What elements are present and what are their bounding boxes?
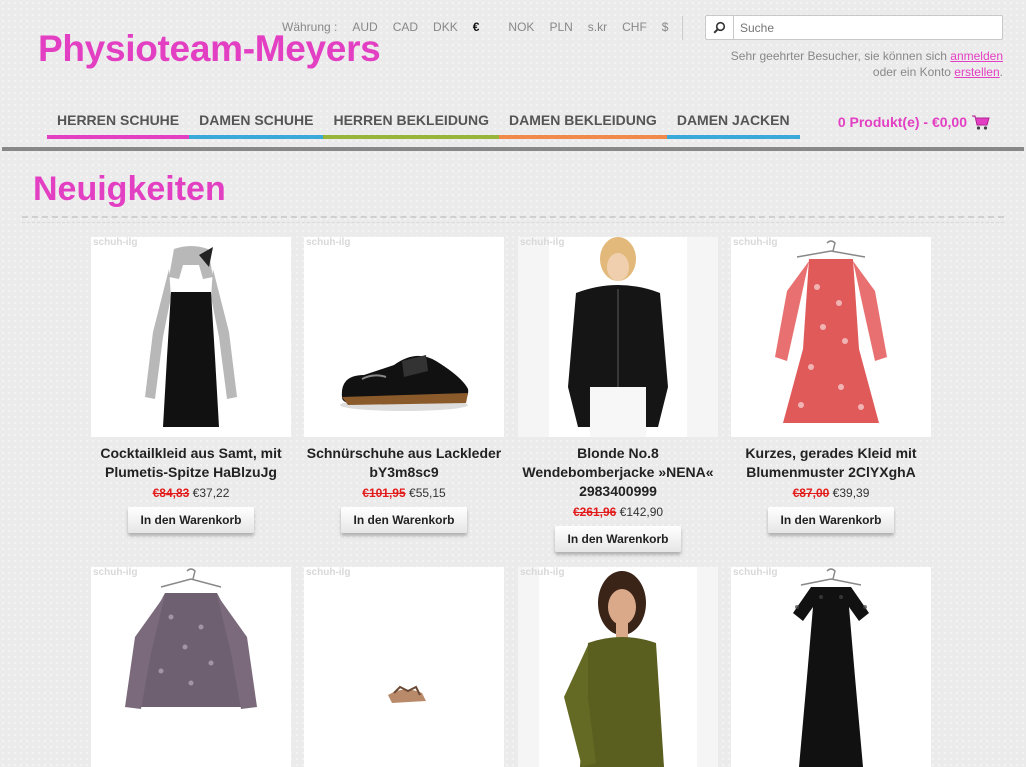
cart-label: 0 Produkt(e) - €0,00	[837, 114, 967, 130]
watermark: schuh-ilg	[520, 237, 565, 248]
currency-nok[interactable]: NOK	[508, 20, 534, 34]
search-button[interactable]	[706, 16, 734, 39]
currency-pln[interactable]: PLN	[549, 20, 572, 34]
search-box	[705, 15, 1003, 40]
currency-cad[interactable]: CAD	[393, 20, 418, 34]
watermark: schuh-ilg	[733, 237, 778, 248]
watermark: schuh-ilg	[93, 237, 138, 248]
product-card: schuh-ilg Blonde No.8 Wendebomberjacke »…	[518, 237, 718, 552]
login-link[interactable]: anmelden	[950, 49, 1003, 63]
currency-usd[interactable]: $	[662, 20, 669, 34]
currency-dkk[interactable]: DKK	[433, 20, 458, 34]
watermark: schuh-ilg	[306, 567, 351, 578]
product-image[interactable]: schuh-ilg	[91, 567, 291, 767]
product-image[interactable]: schuh-ilg	[304, 567, 504, 767]
search-input[interactable]	[734, 16, 1002, 39]
currency-selector: Währung : AUD CAD DKK € NOK PLN s.kr CHF…	[282, 20, 683, 34]
product-card: schuh-ilg Kurzes, gerades Kleid mit Blum…	[731, 237, 931, 533]
old-price: €87,00	[792, 486, 830, 500]
product-name[interactable]: Schnürschuhe aus Lackleder bY3m8sc9	[304, 444, 504, 482]
currency-chf[interactable]: CHF	[622, 20, 647, 34]
new-price: €55,15	[409, 486, 446, 500]
main-nav: HERREN SCHUHE DAMEN SCHUHE HERREN BEKLEI…	[47, 111, 800, 139]
product-image[interactable]: schuh-ilg	[518, 237, 718, 437]
product-name[interactable]: Kurzes, gerades Kleid mit Blumenmuster 2…	[731, 444, 931, 482]
search-icon	[713, 21, 726, 34]
currency-aud[interactable]: AUD	[352, 20, 377, 34]
olive-top-image	[539, 567, 697, 767]
nav-herren-schuhe[interactable]: HERREN SCHUHE	[47, 111, 190, 139]
product-card: schuh-ilg	[731, 567, 931, 767]
watermark: schuh-ilg	[306, 237, 351, 248]
welcome-text-2: oder ein Konto	[872, 65, 951, 79]
watermark: schuh-ilg	[93, 567, 138, 578]
currency-skr[interactable]: s.kr	[588, 20, 607, 34]
nav-damen-jacken[interactable]: DAMEN JACKEN	[666, 111, 800, 139]
product-image[interactable]: schuh-ilg	[91, 237, 291, 437]
new-price: €37,22	[192, 486, 230, 500]
add-to-cart-button[interactable]: In den Warenkorb	[555, 526, 681, 552]
product-card: schuh-ilg	[518, 567, 718, 767]
product-image[interactable]: schuh-ilg	[731, 237, 931, 437]
product-prices: €261,96 €142,90	[518, 505, 718, 519]
header-divider	[682, 16, 683, 40]
product-prices: €101,95 €55,15	[304, 486, 504, 500]
product-image[interactable]: schuh-ilg	[731, 567, 931, 767]
currency-label: Währung :	[282, 20, 338, 34]
bomber-jacket-image	[549, 237, 687, 437]
currency-eur[interactable]: €	[473, 20, 480, 34]
cart-summary[interactable]: 0 Produkt(e) - €0,00	[838, 114, 990, 130]
add-to-cart-button[interactable]: In den Warenkorb	[341, 507, 467, 533]
header-rule	[2, 147, 1024, 151]
old-price: €101,95	[362, 486, 406, 500]
new-price: €39,39	[832, 486, 870, 500]
add-to-cart-button[interactable]: In den Warenkorb	[128, 507, 254, 533]
sandal-image	[388, 685, 426, 703]
welcome-text: Sehr geehrter Besucher, sie können sich	[730, 49, 947, 63]
old-price: €261,96	[572, 505, 617, 519]
black-dress-image	[145, 246, 237, 427]
product-name[interactable]: Blonde No.8 Wendebomberjacke »NENA« 2983…	[518, 444, 718, 501]
product-card: schuh-ilg	[304, 567, 504, 767]
product-card: schuh-ilg Cocktailkleid aus Samt, mit Pl…	[91, 237, 291, 533]
register-link[interactable]: erstellen	[954, 65, 999, 79]
nav-herren-bekleidung[interactable]: HERREN BEKLEIDUNG	[323, 111, 500, 139]
black-lace-dress-image	[793, 568, 869, 767]
title-divider	[22, 216, 1004, 223]
site-logo[interactable]: Physioteam-Meyers	[38, 28, 381, 70]
product-prices: €84,83 €37,22	[91, 486, 291, 500]
floral-blouse-image	[125, 568, 257, 709]
watermark: schuh-ilg	[520, 567, 565, 578]
nav-damen-bekleidung[interactable]: DAMEN BEKLEIDUNG	[499, 111, 667, 139]
floral-dress-image	[775, 240, 887, 423]
cart-icon	[972, 115, 990, 130]
old-price: €84,83	[152, 486, 190, 500]
patent-shoe-image	[340, 355, 469, 411]
welcome-message: Sehr geehrter Besucher, sie können sich …	[731, 48, 1003, 80]
product-image[interactable]: schuh-ilg	[518, 567, 718, 767]
nav-damen-schuhe[interactable]: DAMEN SCHUHE	[189, 111, 324, 139]
product-name[interactable]: Cocktailkleid aus Samt, mit Plumetis-Spi…	[91, 444, 291, 482]
welcome-period: .	[999, 65, 1003, 79]
product-card: schuh-ilg Schnürschuhe aus Lackleder bY3…	[304, 237, 504, 533]
product-prices: €87,00 €39,39	[731, 486, 931, 500]
new-price: €142,90	[619, 505, 664, 519]
product-card: schuh-ilg	[91, 567, 291, 767]
watermark: schuh-ilg	[733, 567, 778, 578]
add-to-cart-button[interactable]: In den Warenkorb	[768, 507, 894, 533]
product-image[interactable]: schuh-ilg	[304, 237, 504, 437]
page-title: Neuigkeiten	[33, 170, 226, 208]
